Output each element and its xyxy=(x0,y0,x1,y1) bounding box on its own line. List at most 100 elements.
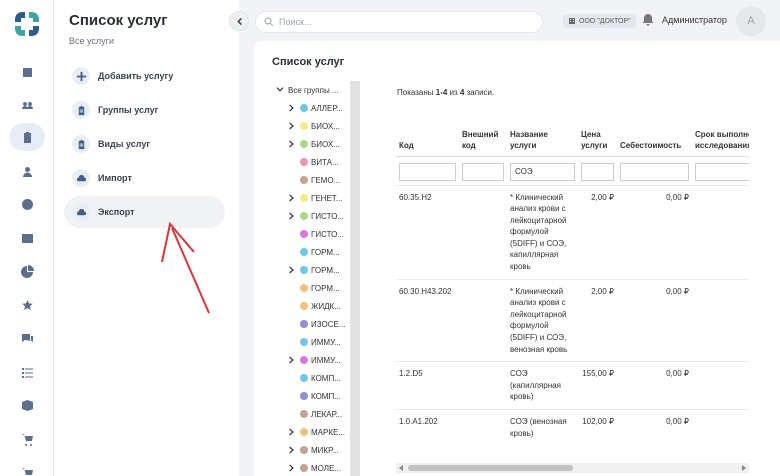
column-header-term[interactable]: Срок выполнения исследования xyxy=(692,104,749,156)
rail-nav-star[interactable] xyxy=(9,291,45,319)
clipboard-icon xyxy=(23,131,31,143)
services-table: Код Внешний код Название услуги Цена усл… xyxy=(396,104,749,446)
cell-name: СОЭ (капиллярная кровь) xyxy=(507,361,578,410)
cell-external-code xyxy=(459,409,507,446)
rail-nav-cart[interactable] xyxy=(9,425,45,453)
tree-item-label: ИЗОСЕ... xyxy=(311,319,346,329)
table-row[interactable]: 1.0.A1.202 СОЭ (венозная кровь) 102,00 ₽0,… xyxy=(396,409,749,446)
tree-item-label: АЛЛЕР... xyxy=(311,103,343,113)
table-row[interactable]: 60.30.H43.202 * Клинический анализ крови … xyxy=(396,278,749,362)
add-service-button[interactable]: Добавить услугу xyxy=(64,60,225,92)
user-name[interactable]: Администратор xyxy=(662,15,727,25)
chevron-right-icon[interactable] xyxy=(288,266,296,274)
tree-item-label: КОМП... xyxy=(311,391,341,401)
app-logo[interactable] xyxy=(11,8,43,40)
tree-item-label: ГОРМ... xyxy=(311,247,340,257)
tree-item-label: ГЕНЕТ... xyxy=(311,193,343,203)
avatar[interactable]: А xyxy=(736,6,766,36)
group-color-dot xyxy=(300,158,308,166)
subnav-subtitle: Все услуги xyxy=(69,36,114,46)
cloud-upload-icon xyxy=(72,169,90,187)
tree-item-label: ГОРМ... xyxy=(311,283,340,293)
table-header-row: Код Внешний код Название услуги Цена усл… xyxy=(396,104,749,156)
chevron-right-icon[interactable] xyxy=(288,428,296,436)
filter-external-code-input[interactable] xyxy=(462,162,504,181)
calendar-icon xyxy=(22,65,32,77)
pie-chart-icon xyxy=(20,264,34,278)
chevron-right-icon[interactable] xyxy=(288,104,296,112)
collapse-sidebar-button[interactable] xyxy=(229,11,249,31)
column-header-name[interactable]: Название услуги xyxy=(507,104,578,156)
records-suffix: записи. xyxy=(466,88,495,97)
table-row[interactable]: 1.2.D5 СОЭ (капиллярная кровь) 155,00 ₽0,0… xyxy=(396,361,749,410)
column-header-price[interactable]: Цена услуги xyxy=(578,104,617,156)
chevron-right-icon[interactable] xyxy=(288,122,296,130)
chevron-right-icon[interactable] xyxy=(288,464,296,472)
rail-nav-table[interactable] xyxy=(9,224,45,252)
nav-label: Импорт xyxy=(98,173,132,183)
chevron-right-icon[interactable] xyxy=(288,140,296,148)
group-color-dot xyxy=(300,104,308,112)
tree-scrollbar[interactable] xyxy=(350,81,360,476)
rail-nav-pie-chart[interactable] xyxy=(9,257,45,285)
column-header-cost[interactable]: Себестоимость xyxy=(617,104,692,156)
table-horizontal-scrollbar[interactable] xyxy=(396,463,749,473)
filter-cost-input[interactable] xyxy=(620,162,689,181)
group-color-dot xyxy=(300,194,308,202)
cell-external-code xyxy=(459,278,507,362)
chevron-right-icon[interactable] xyxy=(288,212,296,220)
import-link[interactable]: Импорт xyxy=(64,162,225,194)
star-icon xyxy=(21,299,33,310)
rail-nav-chat[interactable] xyxy=(9,324,45,352)
rail-nav-users[interactable] xyxy=(9,90,45,118)
filter-name-input[interactable] xyxy=(510,162,575,181)
cell-external-code xyxy=(459,184,507,280)
column-header-external-code[interactable]: Внешний код xyxy=(459,104,507,156)
users-icon xyxy=(21,101,33,109)
tree-item-label: ГЕМО... xyxy=(311,175,341,185)
group-color-dot xyxy=(300,428,308,436)
filter-price-input[interactable] xyxy=(581,162,614,181)
records-prefix: Показаны xyxy=(397,88,434,97)
notifications-button[interactable] xyxy=(641,13,655,27)
bell-icon xyxy=(642,14,654,26)
search-field[interactable] xyxy=(255,11,543,33)
rail-nav-cart-2[interactable] xyxy=(9,459,45,476)
table-row[interactable]: 60.35.H2 * Клинический анализ крови с лей… xyxy=(396,184,749,280)
scroll-right-icon[interactable] xyxy=(742,465,746,471)
rail-nav-checklist[interactable] xyxy=(9,358,45,386)
services-table-wrap: Код Внешний код Название услуги Цена усл… xyxy=(396,104,749,476)
group-color-dot xyxy=(300,338,308,346)
organization-badge[interactable]: ООО "ДОКТОР" xyxy=(563,14,636,28)
chevron-right-icon[interactable] xyxy=(288,356,296,364)
tree-item-label: ЛЕКАР... xyxy=(311,409,343,419)
cell-term: 1 xyxy=(692,409,749,446)
search-input[interactable] xyxy=(279,17,529,27)
rail-nav-clipboard[interactable] xyxy=(9,123,45,151)
tree-item-label: КОМП... xyxy=(311,373,341,383)
cell-code: 60.30.H43.202 xyxy=(396,278,459,362)
filter-code-input[interactable] xyxy=(399,162,456,181)
scrollbar-thumb[interactable] xyxy=(408,465,573,471)
column-header-code[interactable]: Код xyxy=(396,104,459,156)
tree-item-label: ИММУ... xyxy=(311,337,341,347)
group-color-dot xyxy=(300,410,308,418)
rail-nav-calendar[interactable] xyxy=(9,57,45,85)
group-color-dot xyxy=(300,374,308,382)
tree-item-label: Все группы ... xyxy=(288,85,339,95)
rail-nav-box[interactable] xyxy=(9,391,45,419)
chevron-down-icon[interactable] xyxy=(276,86,284,94)
chevron-right-icon[interactable] xyxy=(288,194,296,202)
rail-nav-person[interactable] xyxy=(9,157,45,185)
service-groups-link[interactable]: Группы услуг xyxy=(64,94,225,126)
cell-external-code xyxy=(459,361,507,410)
service-types-link[interactable]: Виды услуг xyxy=(64,128,225,160)
chevron-right-icon[interactable] xyxy=(288,446,296,454)
cell-term xyxy=(692,184,749,280)
records-middle: из xyxy=(449,88,458,97)
filter-term-input[interactable] xyxy=(695,162,749,181)
cell-price: 2,00 ₽ xyxy=(578,278,617,362)
scroll-left-icon[interactable] xyxy=(399,465,403,471)
cart-2-icon xyxy=(21,467,33,475)
rail-nav-clock[interactable] xyxy=(9,190,45,218)
